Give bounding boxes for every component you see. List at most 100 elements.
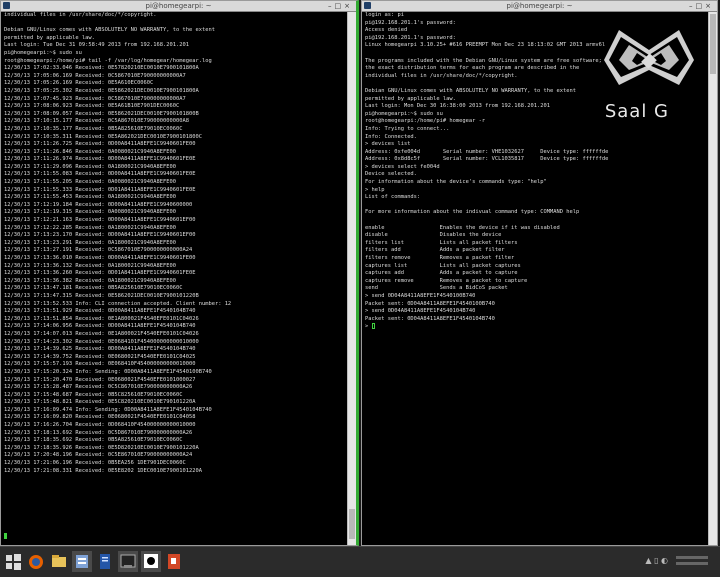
terminal-line: 12/30/13 17:13:52.533 Info: CLI connecti… — [4, 300, 232, 307]
terminal-line: 12/30/13 17:11:55.333 Received: 0D01A841… — [4, 186, 196, 193]
terminal-line: 12/30/13 17:05:26.169 Received: 0E5A610E… — [4, 80, 154, 87]
terminal-line: 12/30/13 17:12:21.163 Received: 0D00A841… — [4, 217, 196, 224]
terminal-line: login as: pi — [365, 12, 404, 18]
terminal-line: 12/30/13 17:15:20.470 Received: 0E068002… — [4, 376, 196, 383]
terminal-line: List of commands: — [365, 194, 421, 201]
network-tool-icon[interactable] — [72, 551, 92, 572]
system-tray[interactable]: ▲ ▯ ◐ — [645, 556, 668, 565]
scrollbar-thumb[interactable] — [349, 509, 355, 539]
terminal-line: 12/30/13 17:13:27.191 Received: 0C586701… — [4, 247, 193, 254]
terminal-line: 12/30/13 17:11:55.083 Received: 0D00A841… — [4, 171, 196, 178]
powerpoint-icon[interactable] — [164, 551, 184, 572]
terminal-line: disable Disables the device — [365, 232, 502, 239]
terminal-line: 12/30/13 17:21:08.331 Received: 0E5E8202… — [4, 467, 202, 474]
terminal-line: pi@homegearpi:~$ sudo su — [4, 49, 82, 56]
terminal-line: 12/30/13 17:11:55.453 Received: 0A180002… — [4, 194, 177, 201]
terminal-line: Address: 0xfe004d Serial number: VHE1032… — [365, 148, 609, 155]
terminal-line: 12/30/13 17:13:47.315 Received: 0E586202… — [4, 292, 199, 299]
taskbar: ▲ ▯ ◐ — [0, 546, 720, 577]
terminal-line: 12/30/13 17:18:35.926 Received: 0E5D8202… — [4, 444, 199, 451]
terminal-line: > — [365, 323, 707, 331]
terminal-line: 12/30/13 17:15:57.193 Received: 0E068410… — [4, 361, 196, 368]
terminal-line: 12/30/13 17:12:22.285 Received: 0A180002… — [4, 224, 177, 231]
terminal-line: Device selected. — [365, 171, 417, 178]
window-title: pi@homegearpi: ~ — [506, 2, 573, 10]
terminal-window-left[interactable]: pi@homegearpi: ~ –□× individual files in… — [0, 0, 359, 546]
terminal-line: 12/30/13 17:08:06.923 Received: 0E5A61B1… — [4, 103, 180, 110]
terminal-line: 12/30/13 17:11:26.846 Received: 0A008002… — [4, 148, 177, 155]
terminal-line: 12/30/13 17:15:28.487 Received: 0C5C8670… — [4, 384, 193, 391]
logo-text: Saal G — [604, 101, 669, 122]
terminal-line: 12/30/13 17:15:48.821 Received: 0E5C8202… — [4, 399, 196, 406]
scrollbar[interactable] — [347, 12, 356, 545]
terminal-app-icon[interactable] — [141, 551, 161, 572]
maximize-icon[interactable]: □ — [335, 2, 345, 10]
window-controls[interactable]: –□× — [689, 1, 714, 11]
terminal-line: 12/30/13 17:21:06.196 Received: 0B5EA256… — [4, 460, 186, 467]
terminal-line: > devices list — [365, 141, 411, 148]
terminal-line: > send 0D04A8411A8EFE1F4540100B740 — [365, 292, 476, 299]
terminal-line: 12/30/13 17:20:48.196 Received: 0C5E8670… — [4, 452, 193, 459]
firefox-icon[interactable] — [26, 551, 46, 572]
terminal-line: Info: Trying to connect... — [365, 125, 450, 132]
terminal-line: For more information about the indivual … — [365, 209, 580, 216]
console-icon[interactable] — [118, 551, 138, 572]
file-explorer-icon[interactable] — [49, 551, 69, 572]
title-bar[interactable]: pi@homegearpi: ~ –□× — [1, 1, 356, 12]
terminal-line: 12/30/13 17:15:20.324 Info: Sending: 0D0… — [4, 368, 212, 375]
terminal-line: 12/30/13 17:14:39.752 Received: 0E068002… — [4, 353, 196, 360]
terminal-line: > devices select fe004d — [365, 163, 440, 170]
terminal-line: 12/30/13 17:13:23.291 Received: 0A180002… — [4, 239, 177, 246]
scrollbar[interactable] — [708, 12, 717, 545]
terminal-line: 12/30/13 17:13:36.382 Received: 0A180002… — [4, 277, 177, 284]
terminal-line: 12/30/13 17:13:36.010 Received: 0D00A841… — [4, 255, 196, 261]
terminal-line: > send 0D04A8411A8EFE1F4540104B740 — [365, 308, 476, 315]
terminal-line: For information about the device's comma… — [365, 179, 547, 186]
terminal-line: 12/30/13 17:13:23.170 Received: 0D00A841… — [4, 232, 196, 239]
terminal-line: 12/30/13 17:02:33.046 Received: 0E578202… — [4, 65, 199, 72]
close-icon[interactable]: × — [705, 2, 714, 10]
terminal-line: 12/30/13 17:16:26.704 Received: 0D068410… — [4, 422, 196, 429]
terminal-line: 12/30/13 17:13:51.854 Received: 0E1A8000… — [4, 315, 199, 322]
terminal-output[interactable]: individual files in /usr/share/doc/*/cop… — [4, 12, 346, 543]
terminal-line: filters list Lists all packet filters — [365, 239, 518, 246]
maximize-icon[interactable]: □ — [696, 2, 706, 10]
terminal-line: 12/30/13 17:11:55.205 Received: 0A008002… — [4, 179, 177, 186]
terminal-line: 12/30/13 17:15:48.687 Received: 0B5C8256… — [4, 391, 183, 398]
terminal-line: 12/30/13 17:16:09.474 Info: Sending: 0D0… — [4, 406, 212, 413]
terminal-line: 12/30/13 17:14:06.956 Received: 0D00A841… — [4, 323, 196, 330]
terminal-line: Packet sent: 0D04A8411A8EFE1F4540104B740 — [365, 315, 495, 322]
terminal-line: 12/30/13 17:13:51.929 Received: 0D00A841… — [4, 308, 196, 315]
terminal-cursor — [4, 533, 7, 539]
terminal-line: 12/30/13 17:10:35.311 Received: 0E5A8620… — [4, 133, 202, 140]
terminal-line: 12/30/13 17:14:23.302 Received: 0E068410… — [4, 338, 199, 345]
terminal-line: 12/30/13 17:13:47.181 Received: 0B5A8256… — [4, 285, 183, 292]
terminal-line: 12/30/13 17:14:07.013 Received: 0E1A8000… — [4, 330, 199, 337]
terminal-line: permitted by applicable law. — [4, 34, 95, 41]
terminal-line: 12/30/13 17:13:36.260 Received: 0D01A841… — [4, 270, 196, 277]
title-bar[interactable]: pi@homegearpi: ~ –□× — [362, 1, 717, 12]
terminal-line: 12/30/13 17:10:15.177 Received: 0C5A8670… — [4, 118, 189, 125]
terminal-line: 12/30/13 17:11:29.096 Received: 0A180002… — [4, 163, 177, 170]
terminal-line: 12/30/13 17:18:13.692 Received: 0C5D8670… — [4, 429, 193, 436]
document-viewer-icon[interactable] — [95, 551, 115, 572]
window-title: pi@homegearpi: ~ — [145, 2, 212, 10]
terminal-window-right[interactable]: pi@homegearpi: ~ –□× login as: pi pi@192.… — [361, 0, 718, 546]
scrollbar-thumb[interactable] — [710, 14, 716, 74]
windows-start-icon[interactable] — [3, 551, 23, 572]
window-controls[interactable]: –□× — [328, 1, 353, 11]
terminal-line: Address: 0x8d8c5f Serial number: VCL1035… — [365, 156, 609, 163]
terminal-line: 12/30/13 17:13:36.132 Received: 0A180002… — [4, 262, 177, 269]
terminal-line: Packet sent: 0D04A8411A8EFE1F4540100B740 — [365, 300, 495, 307]
terminal-line: 12/30/13 17:05:06.169 Received: 0C586701… — [4, 72, 186, 79]
terminal-line: 12/30/13 17:11:26.725 Received: 0D00A841… — [4, 141, 196, 148]
terminal-line: Info: Connected. — [365, 133, 417, 140]
terminal-line: send Sends a BidCoS packet — [365, 285, 508, 292]
clock[interactable] — [672, 551, 714, 571]
close-icon[interactable]: × — [344, 2, 353, 10]
terminal-line: filters remove Removes a packet filter — [365, 255, 515, 261]
terminal-line: root@homegearpi:/home/pi# tail -f /var/l… — [4, 57, 212, 64]
terminal-line: Last login: Tue Dec 31 09:58:49 2013 fro… — [4, 42, 189, 49]
